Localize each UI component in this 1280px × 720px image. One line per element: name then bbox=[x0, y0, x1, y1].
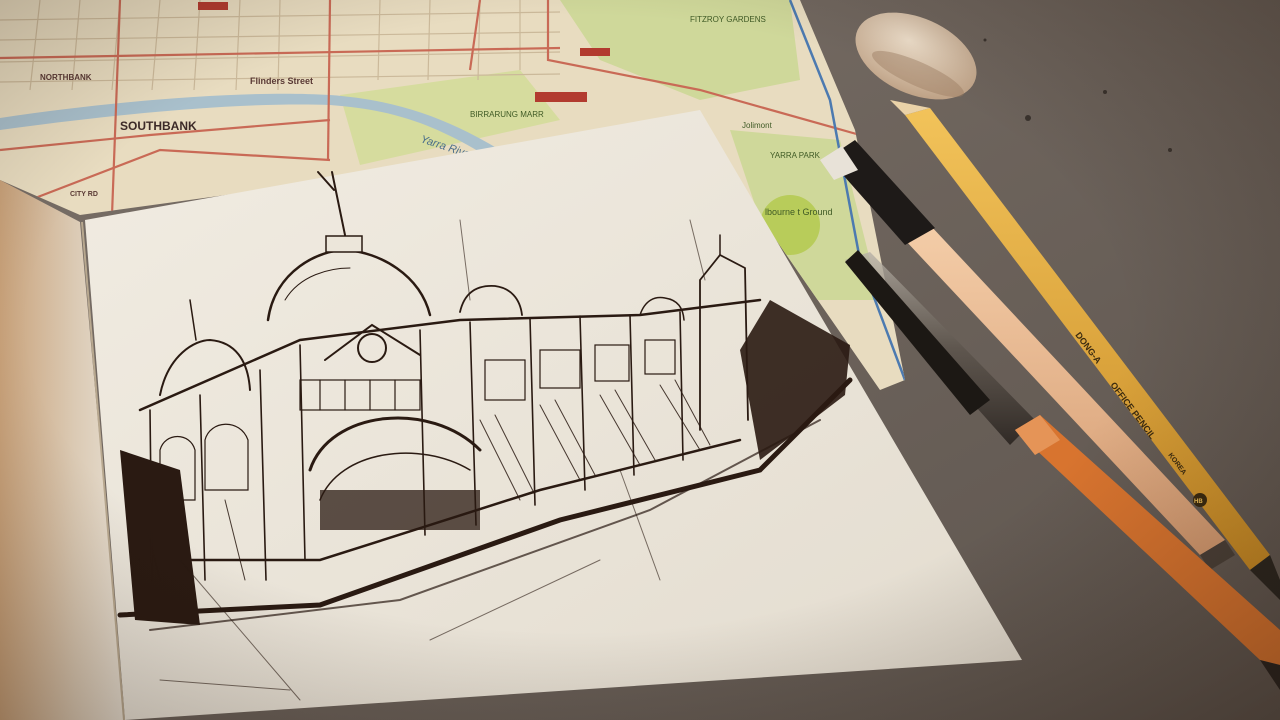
map-label-city-rd: CITY RD bbox=[70, 191, 98, 198]
photo-scene: SOUTHBANK NORTHBANK Flinders Street Yarr… bbox=[0, 0, 1280, 720]
map-label-fitzroy-gardens: FITZROY GARDENS bbox=[690, 15, 766, 24]
map-label-jolimont: Jolimont bbox=[742, 121, 773, 130]
map-label-southbank: SOUTHBANK bbox=[120, 119, 197, 133]
map-label-birrarung-marr: BIRRARUNG MARR bbox=[470, 110, 544, 119]
map-label-flinders-street: Flinders Street bbox=[250, 76, 313, 86]
map-label-yarra-park: YARRA PARK bbox=[770, 151, 821, 160]
map-label-northbank: NORTHBANK bbox=[40, 73, 92, 82]
pencil-print-grade: HB bbox=[1194, 499, 1203, 505]
map-label-melbourne-ground: lbourne t Ground bbox=[765, 207, 833, 217]
